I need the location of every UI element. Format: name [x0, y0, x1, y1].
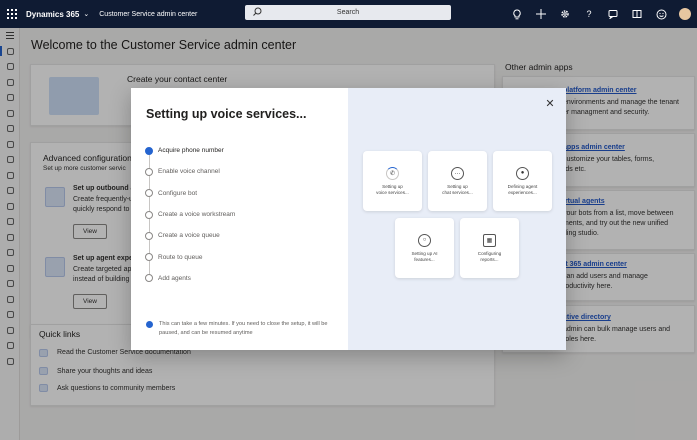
help-icon[interactable]: ? [583, 8, 595, 20]
step-pending-icon [145, 210, 153, 219]
tile-label: Setting up AI features... [411, 250, 438, 262]
step-list: Acquire phone number Enable voice channe… [145, 140, 335, 289]
dialog-title: Setting up voice services... [146, 107, 307, 121]
dialog-illustration-panel [348, 88, 566, 350]
tile-ai: ○ Setting up AI features... [395, 218, 454, 278]
app-launcher-icon[interactable] [0, 0, 24, 28]
step-pending-icon [145, 274, 153, 283]
info-text: This can take a few minutes. If you need… [159, 321, 328, 336]
step-label: Enable voice channel [158, 168, 220, 176]
setup-dialog: Setting up voice services... ✕ Acquire p… [131, 88, 566, 350]
tile-chat: … Setting up chat services... [428, 151, 487, 211]
search-icon [253, 7, 262, 18]
search-label: Search [336, 9, 360, 16]
toolbar: ? [511, 0, 691, 28]
gear-icon[interactable] [559, 8, 571, 20]
chevron-down-icon[interactable]: ⌄ [83, 10, 89, 18]
phone-icon: ✆ [386, 166, 399, 180]
tile-label: Setting up chat services... [442, 183, 473, 195]
search-input[interactable]: Search [245, 5, 451, 20]
lightbulb-tile-icon: ○ [418, 233, 431, 247]
step-pending-icon [145, 189, 153, 198]
step-item: Configure bot [145, 183, 335, 204]
info-icon [146, 321, 153, 328]
chat-icon[interactable] [607, 8, 619, 20]
step-label: Create a voice workstream [158, 211, 236, 219]
info-message: This can take a few minutes. If you need… [146, 320, 336, 337]
top-bar: Dynamics 365 ⌄ Customer Service admin ce… [0, 0, 697, 28]
tile-label: Defining agent experiences... [507, 183, 538, 195]
avatar[interactable] [679, 8, 691, 20]
step-active-icon [145, 146, 153, 155]
step-item: Create a voice workstream [145, 204, 335, 225]
step-label: Route to queue [158, 253, 203, 261]
tile-label: Setting up voice services... [376, 183, 409, 195]
tile-reports: ▦ Configuring reports... [460, 218, 519, 278]
step-pending-icon [145, 167, 153, 176]
book-icon[interactable] [631, 8, 643, 20]
brand-name[interactable]: Dynamics 365 [26, 10, 79, 19]
step-label: Create a voice queue [158, 232, 220, 240]
step-item: Enable voice channel [145, 161, 335, 182]
people-group-icon: ● [516, 166, 529, 180]
smiley-icon[interactable] [655, 8, 667, 20]
report-tile-icon: ▦ [483, 233, 496, 247]
step-item: Create a voice queue [145, 225, 335, 246]
step-label: Acquire phone number [158, 147, 224, 155]
step-pending-icon [145, 253, 153, 262]
step-item: Add agents [145, 268, 335, 289]
step-label: Add agents [158, 274, 191, 282]
step-pending-icon [145, 231, 153, 240]
plus-icon[interactable] [535, 8, 547, 20]
step-label: Configure bot [158, 189, 198, 197]
lightbulb-icon[interactable] [511, 8, 523, 20]
close-icon[interactable]: ✕ [543, 97, 557, 111]
tile-label: Configuring reports... [477, 250, 502, 262]
tile-agent: ● Defining agent experiences... [493, 151, 552, 211]
chat-bubble-icon: … [451, 166, 464, 180]
step-item: Route to queue [145, 246, 335, 267]
app-name: Customer Service admin center [99, 10, 198, 18]
step-item: Acquire phone number [145, 140, 335, 161]
tile-voice: ✆ Setting up voice services... [363, 151, 422, 211]
